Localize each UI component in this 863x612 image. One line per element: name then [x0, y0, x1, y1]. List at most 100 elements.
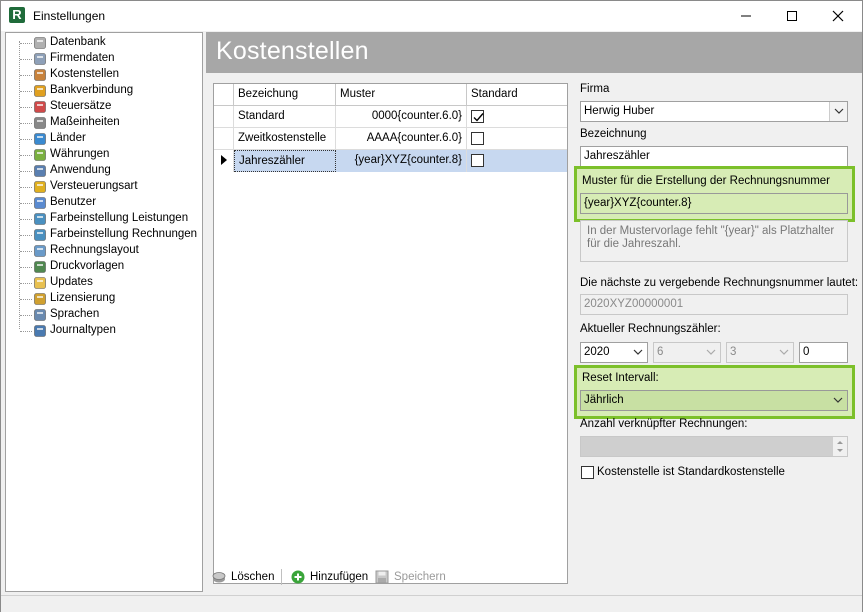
chevron-down-icon[interactable] — [829, 391, 847, 410]
sidebar-item-label: Updates — [50, 276, 93, 288]
column-header-pattern[interactable]: Muster — [336, 84, 467, 106]
sidebar-item-rechnungslayout[interactable]: Rechnungslayout — [6, 243, 202, 259]
chevron-down-icon — [702, 343, 720, 362]
tree-connector — [20, 299, 32, 300]
sidebar-item-farbeinstellung-rechnungen[interactable]: Farbeinstellung Rechnungen — [6, 227, 202, 243]
row-name[interactable]: Standard — [234, 106, 336, 128]
tree-connector — [20, 315, 32, 316]
table-row[interactable]: Standard 0000{counter.6.0} — [214, 106, 567, 128]
print-template-icon — [33, 260, 47, 274]
money-icon — [33, 148, 47, 162]
sidebar-item-farbeinstellung-leistungen[interactable]: Farbeinstellung Leistungen — [6, 211, 202, 227]
standard-cost-center-label: Kostenstelle ist Standardkostenstelle — [597, 466, 785, 478]
table-row-selected[interactable]: Jahreszähler {year}XYZ{counter.8} — [214, 150, 567, 172]
sidebar-item-label: Länder — [50, 132, 86, 144]
page-header: Kostenstellen — [206, 32, 862, 73]
row-indicator — [214, 106, 234, 128]
sidebar-item-label: Farbeinstellung Leistungen — [50, 212, 189, 224]
sidebar-item-label: Benutzer — [50, 196, 97, 208]
grid-header: Bezeichung Muster Standard — [214, 84, 567, 106]
tree-connector — [20, 155, 32, 156]
row-default-cell[interactable] — [467, 128, 567, 150]
sidebar-item-währungen[interactable]: Währungen — [6, 147, 202, 163]
row-indicator — [214, 128, 234, 150]
add-button[interactable]: Hinzufügen — [291, 567, 369, 587]
globe-icon — [33, 132, 47, 146]
row-name[interactable]: Jahreszähler — [234, 150, 336, 172]
counter-label: Aktueller Rechnungszähler: — [580, 323, 721, 335]
sidebar-item-anwendung[interactable]: Anwendung — [6, 163, 202, 179]
save-icon — [375, 570, 389, 584]
checkmark-icon — [473, 113, 484, 122]
sidebar-item-journaltypen[interactable]: Journaltypen — [6, 323, 202, 339]
sidebar-item-datenbank[interactable]: Datenbank — [6, 35, 202, 51]
delete-button[interactable]: Löschen — [212, 567, 277, 587]
counter-year-select[interactable]: 2020 — [580, 342, 648, 363]
sidebar-item-versteuerungsart[interactable]: Versteuerungsart — [6, 179, 202, 195]
sidebar-item-label: Anwendung — [50, 164, 111, 176]
column-header-name[interactable]: Bezeichung — [234, 84, 336, 106]
database-icon — [33, 36, 47, 50]
chevron-down-icon[interactable] — [829, 102, 847, 121]
table-row[interactable]: Zweitkostenstelle AAAA{counter.6.0} — [214, 128, 567, 150]
title-bar: R Einstellungen — [1, 1, 862, 31]
pattern-highlight: Muster für die Erstellung der Rechnungsn… — [574, 166, 855, 222]
euro-icon — [33, 84, 47, 98]
counter-value-input[interactable]: 0 — [799, 342, 848, 363]
chevron-down-icon[interactable] — [629, 343, 647, 362]
sidebar-item-länder[interactable]: Länder — [6, 131, 202, 147]
row-pattern[interactable]: {year}XYZ{counter.8} — [336, 150, 467, 172]
row-pattern[interactable]: 0000{counter.6.0} — [336, 106, 467, 128]
sidebar-item-label: Maßeinheiten — [50, 116, 120, 128]
reset-interval-select[interactable]: Jährlich — [580, 390, 848, 411]
sidebar-item-druckvorlagen[interactable]: Druckvorlagen — [6, 259, 202, 275]
sidebar-item-lizensierung[interactable]: Lizensierung — [6, 291, 202, 307]
bezeichnung-label: Bezeichnung — [580, 128, 647, 140]
row-indicator — [214, 150, 234, 172]
row-default-cell[interactable] — [467, 150, 567, 172]
sidebar-item-label: Datenbank — [50, 36, 106, 48]
toolbar-divider — [281, 569, 282, 585]
column-header-default[interactable]: Standard — [467, 84, 567, 106]
tree-connector — [20, 107, 32, 108]
default-checkbox[interactable] — [471, 132, 484, 145]
standard-cost-center-checkbox[interactable] — [581, 466, 594, 479]
maximize-button[interactable] — [769, 1, 815, 31]
sidebar-item-firmendaten[interactable]: Firmendaten — [6, 51, 202, 67]
row-name[interactable]: Zweitkostenstelle — [234, 128, 336, 150]
close-button[interactable] — [815, 1, 861, 31]
default-checkbox[interactable] — [471, 110, 484, 123]
tree-connector — [20, 75, 32, 76]
firma-select[interactable]: Herwig Huber — [580, 101, 848, 122]
tree-connector — [20, 251, 32, 252]
sidebar-item-label: Firmendaten — [50, 52, 115, 64]
tree-connector — [20, 91, 32, 92]
sidebar-item-sprachen[interactable]: Sprachen — [6, 307, 202, 323]
bezeichnung-input[interactable]: Jahreszähler — [580, 146, 848, 167]
sidebar-item-maßeinheiten[interactable]: Maßeinheiten — [6, 115, 202, 131]
sidebar-item-benutzer[interactable]: Benutzer — [6, 195, 202, 211]
row-pattern[interactable]: AAAA{counter.6.0} — [336, 128, 467, 150]
sidebar-item-kostenstellen[interactable]: Kostenstellen — [6, 67, 202, 83]
sidebar-item-steuersätze[interactable]: Steuersätze — [6, 99, 202, 115]
muster-input[interactable]: {year}XYZ{counter.8} — [580, 193, 848, 214]
tree-connector — [20, 283, 32, 284]
default-checkbox[interactable] — [471, 154, 484, 167]
counter-day-select: 3 — [726, 342, 794, 363]
tree-connector — [20, 59, 32, 60]
sidebar-item-label: Druckvorlagen — [50, 260, 125, 272]
save-button[interactable]: Speichern — [375, 567, 450, 587]
minimize-button[interactable] — [723, 1, 769, 31]
app-icon — [33, 164, 47, 178]
pattern-hint: In der Mustervorlage fehlt "{year}" als … — [580, 220, 848, 262]
sidebar-item-updates[interactable]: Updates — [6, 275, 202, 291]
sidebar-item-label: Journaltypen — [50, 324, 116, 336]
chat-icon — [33, 308, 47, 322]
sidebar-item-bankverbindung[interactable]: Bankverbindung — [6, 83, 202, 99]
key-icon — [33, 292, 47, 306]
next-number-label: Die nächste zu vergebende Rechnungsnumme… — [580, 277, 859, 289]
sidebar-item-label: Sprachen — [50, 308, 100, 320]
sidebar-item-label: Rechnungslayout — [50, 244, 139, 256]
row-default-cell[interactable] — [467, 106, 567, 128]
app-logo-icon: R — [9, 7, 25, 23]
